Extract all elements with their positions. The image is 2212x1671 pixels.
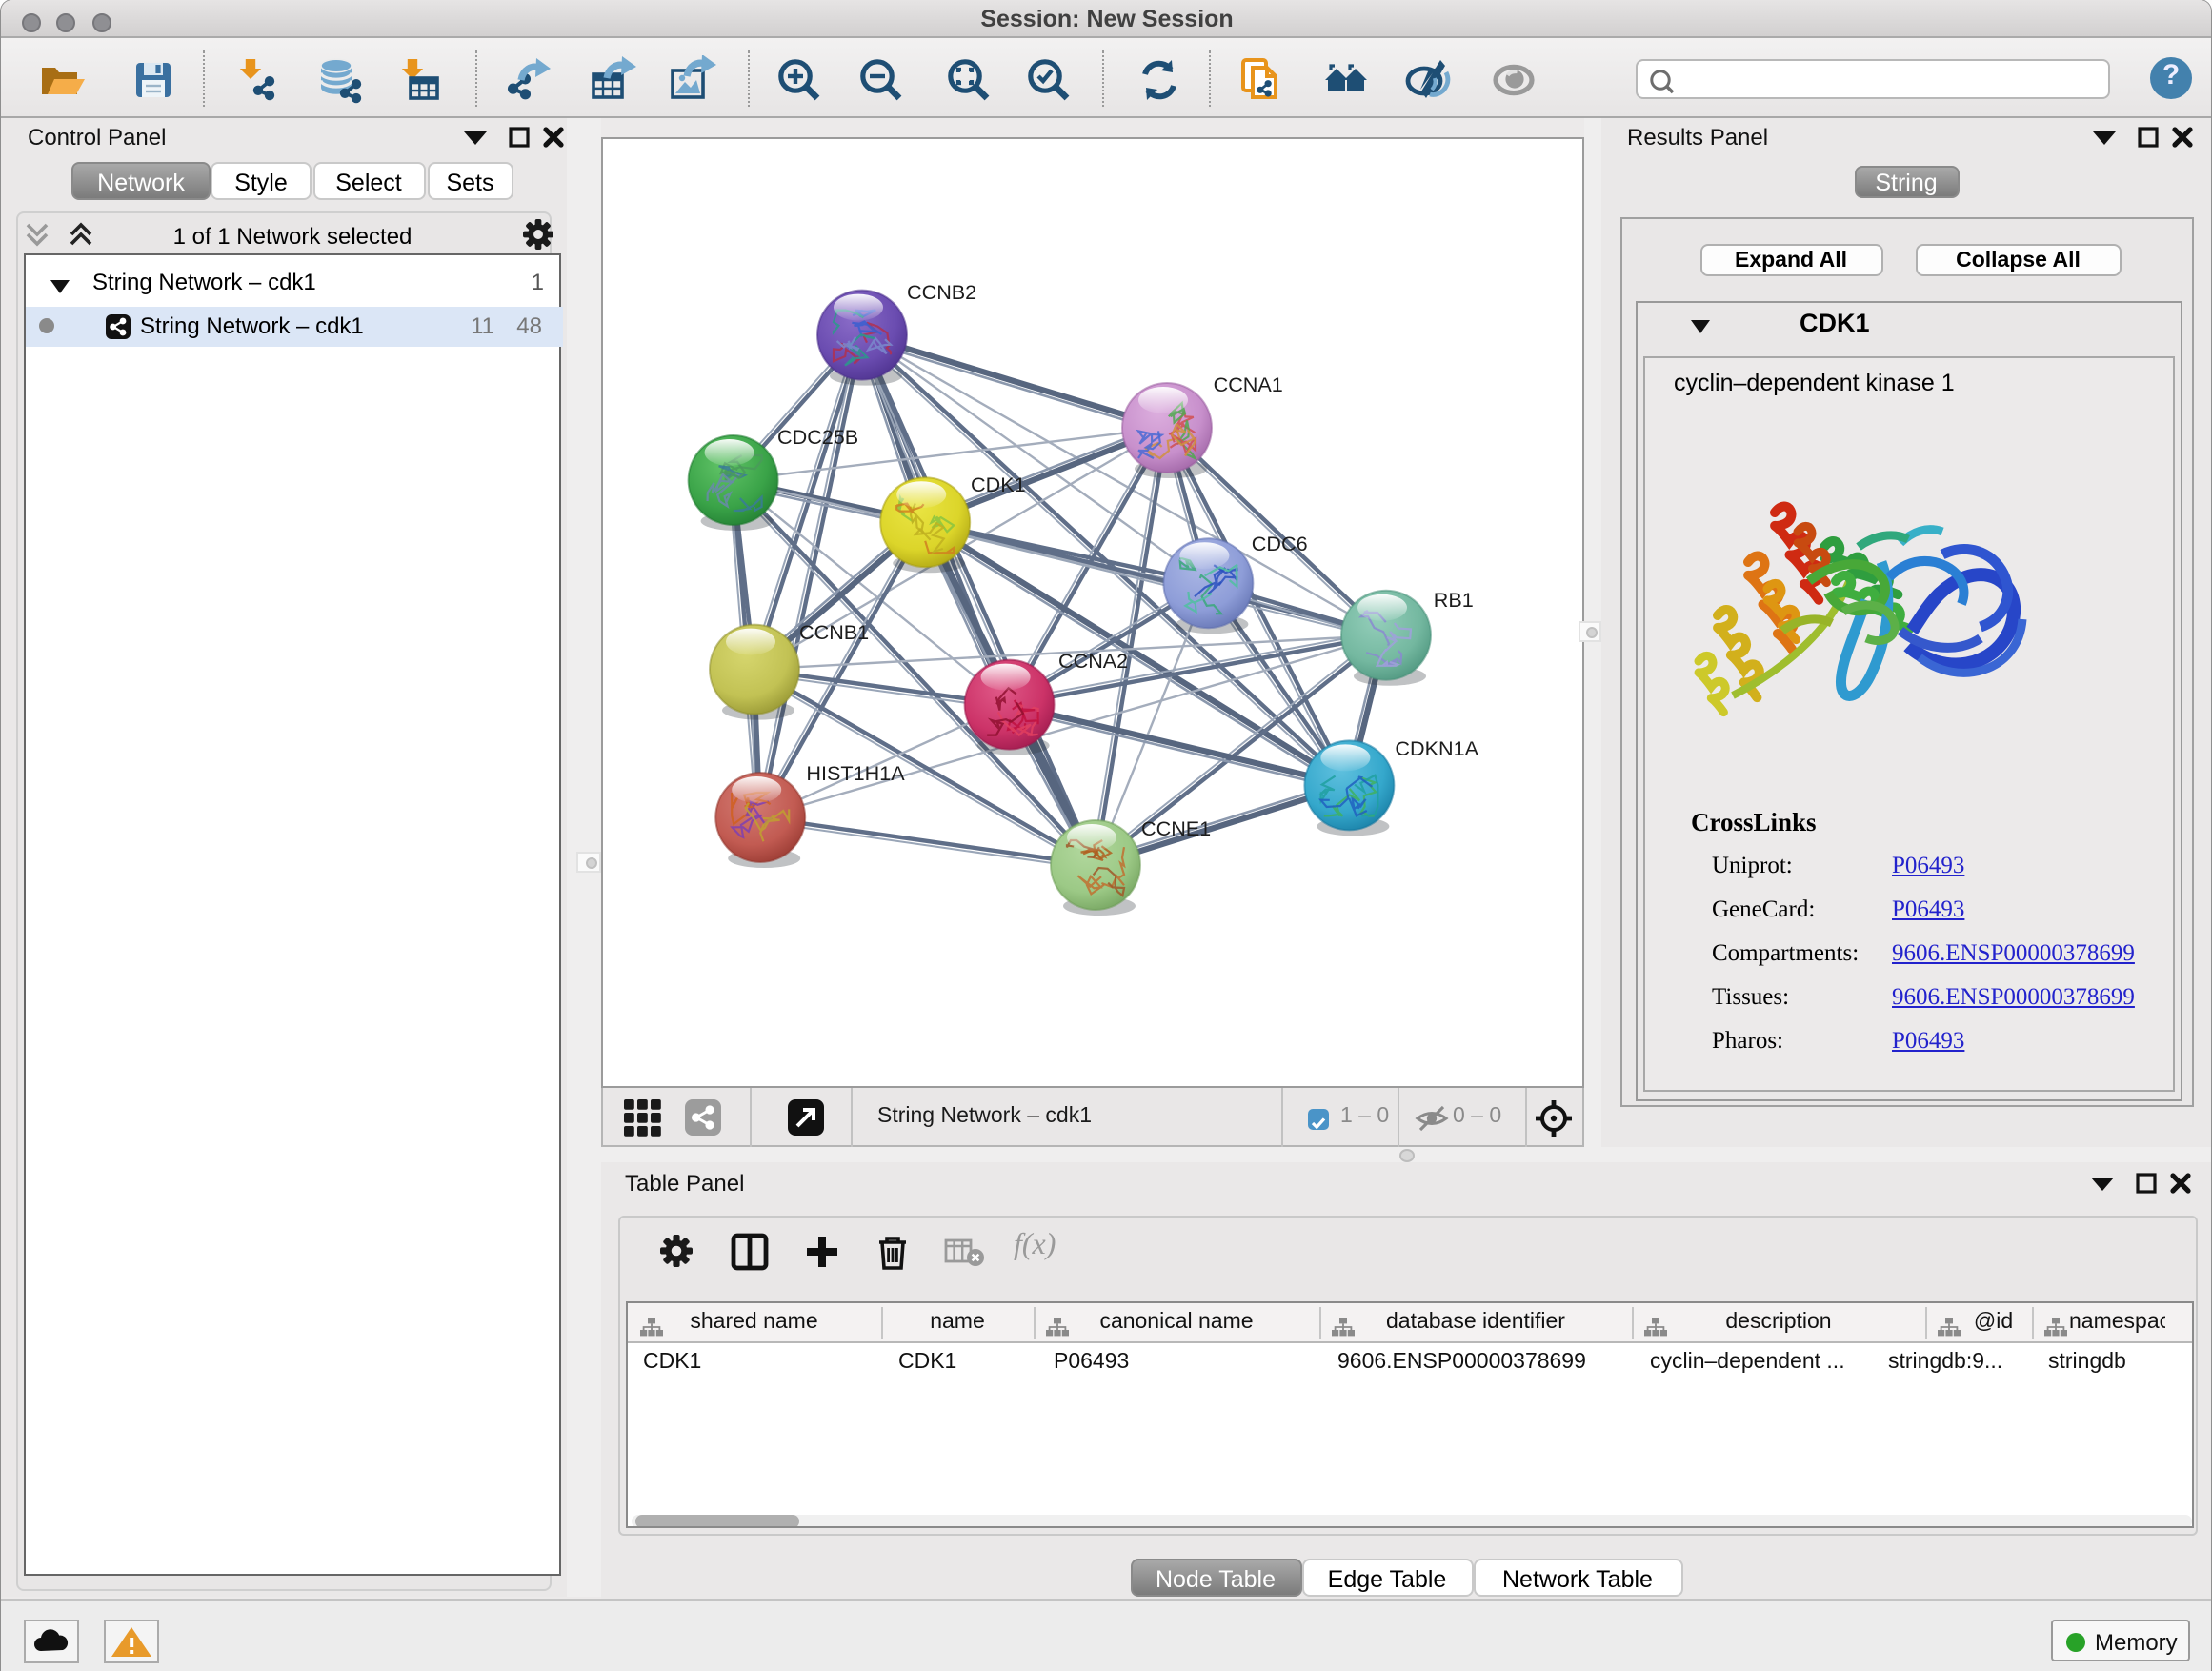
svg-text:CDC25B: CDC25B <box>777 425 858 449</box>
svg-text:RB1: RB1 <box>1434 588 1474 612</box>
svg-text:CDKN1A: CDKN1A <box>1395 736 1478 760</box>
svg-text:CCNB2: CCNB2 <box>907 280 976 304</box>
svg-text:CDK1: CDK1 <box>971 473 1026 496</box>
svg-text:CCNA2: CCNA2 <box>1058 649 1128 673</box>
svg-text:HIST1H1A: HIST1H1A <box>806 761 905 785</box>
svg-text:CCNA1: CCNA1 <box>1214 372 1283 396</box>
svg-text:CCNE1: CCNE1 <box>1141 816 1211 840</box>
svg-text:CCNB1: CCNB1 <box>799 620 869 644</box>
svg-text:CDC6: CDC6 <box>1252 532 1308 555</box>
